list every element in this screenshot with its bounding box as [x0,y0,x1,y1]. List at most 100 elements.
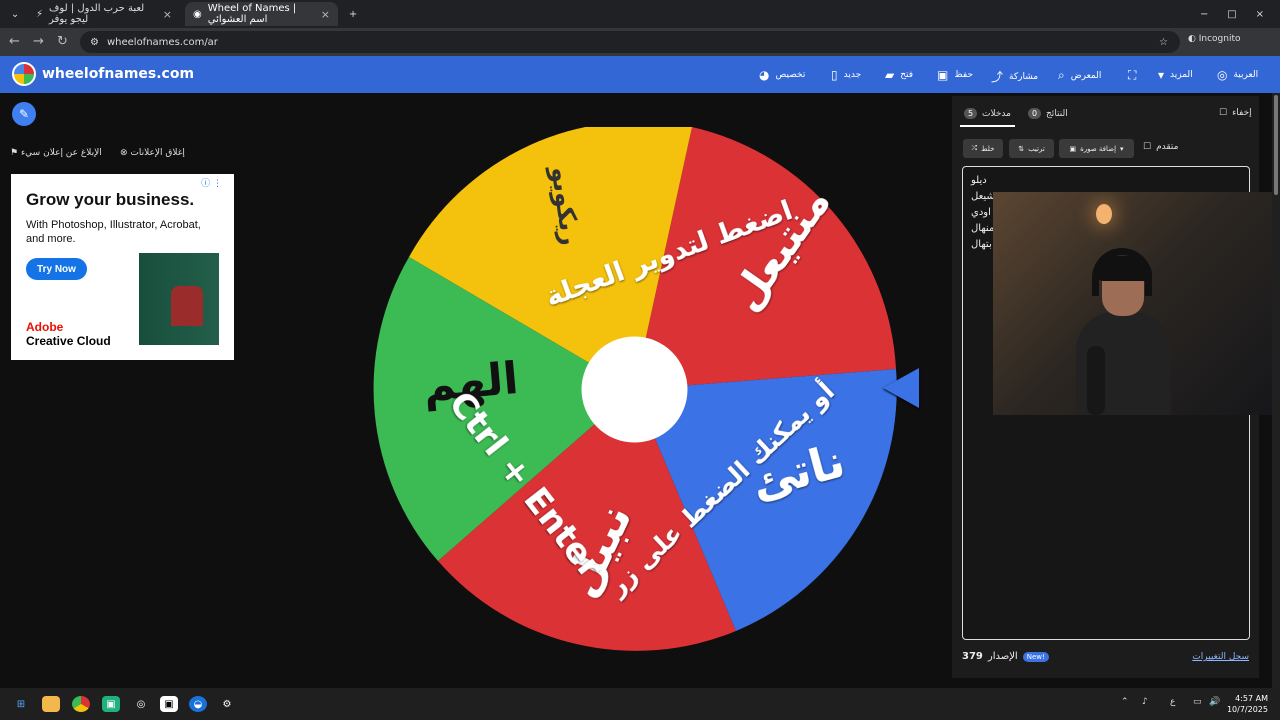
wheel-svg[interactable]: منتيعل ريكويو الهم نبيل ناتئ اضغط لتدوير… [372,121,897,652]
edit-pencil-icon[interactable]: ✎ [12,102,36,126]
fullscreen-button[interactable]: ⛶ [1128,68,1136,83]
date: 10/7/2025 [1226,705,1268,714]
customize-button[interactable]: ◕ تخصيص [759,68,805,82]
folder-icon: ▰ [885,68,895,82]
advanced-checkbox[interactable]: ☐ متقدم [1143,142,1178,152]
address-bar[interactable]: ⚙ wheelofnames.com/ar ☆ [80,31,1180,53]
edge-icon[interactable]: ◒ [189,696,207,712]
page-scrollbar[interactable] [1272,93,1280,688]
browser-tab-wheel[interactable]: ◉ Wheel of Names | اسم العشوائي × [185,2,338,26]
results-count-badge: 0 [1028,108,1041,119]
close-icon[interactable]: × [163,8,172,21]
tab-favicon-icon: ◉ [193,8,202,20]
incognito-chip[interactable]: ◐ Incognito [1188,34,1240,44]
lamp-light [1096,204,1112,224]
new-badge[interactable]: New! [1022,651,1049,662]
creative-cloud-label: Creative Cloud [26,334,111,348]
changelog-link[interactable]: سجل التغييرات [1192,652,1249,662]
share-icon: ⤴ [991,70,1004,84]
ad-body: With Photoshop, Illustrator, Acrobat, an… [26,219,201,245]
tab-title: لعبة حرب الدول | لوف ليجو يوفر [49,3,145,25]
entries-count-badge: 5 [964,108,977,119]
browser-tab-strip: ⌄ ⚡ لعبة حرب الدول | لوف ليجو يوفر × ◉ W… [0,0,1280,28]
fullscreen-icon: ⛶ [1128,68,1137,82]
wheel-center[interactable] [581,336,688,443]
tab-entries[interactable]: 5 مدخلات [964,108,1011,119]
adobe-ad[interactable]: ⓘ ⋮ Grow your business. With Photoshop, … [11,174,234,360]
bookmark-star-icon[interactable]: ☆ [1159,37,1168,48]
shuffle-icon: ⤮ [971,144,978,152]
windows-taskbar: ⊞ ▣ ◎ ▣ ◒ ⚙ ⌃ ♪ ع ▭ 🔊 4:57 AM 10/7/2025 [0,688,1280,720]
document-icon: ▯ [831,68,838,82]
open-button[interactable]: ▰ فتح [885,68,913,82]
gallery-button[interactable]: ⌕ المعرض [1058,68,1101,83]
new-button[interactable]: ▯ جديد [831,68,861,82]
windows-start-icon[interactable]: ⊞ [12,696,30,712]
chevron-down-icon: ▾ [1158,68,1165,82]
settings-icon[interactable]: ⚙ [218,696,236,712]
more-menu[interactable]: ▾ المزيد [1158,68,1193,82]
palette-icon: ◕ [759,68,770,82]
tab-menu-button[interactable]: ⌄ [5,2,25,26]
clock[interactable]: 4:57 AM 10/7/2025 [1227,693,1268,715]
window-controls[interactable]: − □ × [1192,2,1272,26]
checkbox-icon: ☐ [1219,108,1228,118]
incognito-label: Incognito [1198,34,1241,44]
ad-headline: Grow your business. [26,190,195,209]
url-text: wheelofnames.com/ar [106,36,218,48]
wheel-logo-icon[interactable] [12,62,36,86]
wheel-pointer-icon [883,368,919,408]
save-icon: ▣ [937,68,949,82]
address-bar-row: ← → ↻ ⚙ wheelofnames.com/ar ☆ ◐ Incognit… [0,28,1280,56]
add-image-button[interactable]: ▣ إضافة صورة ▾ [1059,139,1134,158]
adobe-label: Adobe [26,320,64,334]
webcam-overlay [993,192,1280,415]
volume-icon[interactable]: 🔊 [1209,697,1220,707]
sort-button[interactable]: ⇅ ترتيب [1009,139,1054,158]
shuffle-button[interactable]: ⤮ خلط [963,139,1003,158]
mic-tray-icon[interactable]: ♪ [1142,697,1148,707]
wheel-app-header: wheelofnames.com ◎ العربية ▾ المزيد ⛶ ⌕ الم… [0,56,1280,93]
reload-icon[interactable]: ↻ [57,34,68,49]
close-icon[interactable]: × [321,8,330,21]
headphones-icon [1092,248,1152,296]
site-info-icon[interactable]: ⚙ [90,37,99,48]
tray-up-icon[interactable]: ⌃ [1121,697,1129,707]
app-icon[interactable]: ▣ [102,696,120,712]
search-icon: ⌕ [1058,68,1065,82]
new-tab-button[interactable]: + [344,2,362,26]
hide-checkbox[interactable]: ☐ إخفاء [1219,108,1252,118]
file-explorer-icon[interactable] [42,696,60,712]
app-icon[interactable]: ▣ [160,696,178,712]
close-ads-link[interactable]: ⊗ إغلاق الإعلانات [120,148,185,158]
share-button[interactable]: ⤴ مشاركة [991,68,1038,85]
browser-tab-game[interactable]: ⚡ لعبة حرب الدول | لوف ليجو يوفر × [28,2,180,26]
language-indicator[interactable]: ع [1170,697,1175,707]
language-menu[interactable]: ◎ العربية [1217,68,1258,82]
ad-person-image [171,286,203,326]
app-icon[interactable]: ◎ [132,696,150,712]
version-info: 379 الإصدار New! [962,651,1049,662]
tab-title: Wheel of Names | اسم العشوائي [207,3,297,25]
entry-item[interactable]: ديلو [971,173,1241,189]
sort-icon: ⇅ [1018,144,1025,153]
active-tab-underline [960,125,1015,127]
wheel[interactable]: منتيعل ريكويو الهم نبيل ناتئ اضغط لتدوير… [372,121,897,652]
tab-favicon-icon: ⚡ [36,8,44,20]
chevron-down-icon: ▾ [1120,144,1124,153]
report-ad-link[interactable]: ⚑ الإبلاغ عن إعلان سيء [10,148,102,158]
forward-icon[interactable]: → [33,34,44,49]
try-now-button[interactable]: Try Now [26,258,87,280]
save-button[interactable]: ▣ حفظ [937,68,973,82]
tab-results[interactable]: 0 النتائج [1028,108,1068,119]
globe-icon: ◎ [1217,68,1228,82]
close-circle-icon: ⊗ [120,148,128,158]
network-icon[interactable]: ▭ [1193,697,1202,707]
back-icon[interactable]: ← [9,34,20,49]
brand-title[interactable]: wheelofnames.com [42,66,194,82]
flag-icon: ⚑ [10,148,19,158]
ad-info-icon[interactable]: ⓘ ⋮ [201,176,222,189]
image-icon: ▣ [1069,144,1077,153]
chrome-icon[interactable] [72,696,90,712]
microphone-icon [1087,346,1105,415]
